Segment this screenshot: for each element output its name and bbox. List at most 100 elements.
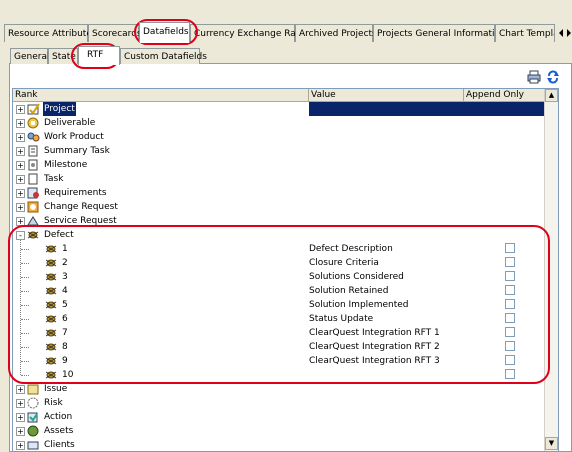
value-cell[interactable]: Status Update	[309, 312, 373, 326]
print-icon[interactable]	[526, 70, 542, 84]
defect-icon	[45, 259, 57, 267]
table-row[interactable]: + Clients	[13, 438, 545, 451]
tab-custom-datafields[interactable]: Custom Datafields	[120, 48, 207, 64]
tab-datafields[interactable]: Datafields	[139, 22, 190, 43]
expand-icon[interactable]: +	[16, 413, 25, 422]
tab-scroll-arrows[interactable]	[558, 26, 572, 40]
table-row[interactable]: 10	[13, 368, 545, 382]
rank-label: Summary Task	[44, 146, 110, 156]
issue-icon	[27, 384, 39, 395]
rank-label: 4	[62, 286, 68, 296]
tab-label: Currency Exchange Rates	[194, 29, 310, 39]
value-cell[interactable]: ClearQuest Integration RFT 1	[309, 326, 440, 340]
expand-icon[interactable]: +	[16, 161, 25, 170]
tab-label: General	[14, 52, 50, 62]
expand-icon[interactable]: +	[16, 119, 25, 128]
rank-label: Milestone	[44, 160, 88, 170]
table-row[interactable]: + Deliverable	[13, 116, 545, 130]
scroll-down-button[interactable]: ▼	[545, 437, 558, 450]
table-row[interactable]: 3 Solutions Considered	[13, 270, 545, 284]
table-row[interactable]: + Action	[13, 410, 545, 424]
append-only-checkbox[interactable]	[505, 243, 515, 253]
table-row[interactable]: + Work Product	[13, 130, 545, 144]
tree-connector	[21, 333, 29, 334]
refresh-icon[interactable]	[546, 70, 560, 84]
append-only-checkbox[interactable]	[505, 271, 515, 281]
table-row[interactable]: - Defect	[13, 228, 545, 242]
tree-guide-line	[20, 240, 21, 375]
append-only-checkbox[interactable]	[505, 285, 515, 295]
column-header-value[interactable]: Value	[309, 89, 464, 102]
expand-icon[interactable]: +	[16, 147, 25, 156]
tab-currency-exchange-rates[interactable]: Currency Exchange Rates	[190, 24, 310, 42]
rank-label: 2	[62, 258, 68, 268]
expand-icon[interactable]: +	[16, 189, 25, 198]
column-header-append-only[interactable]: Append Only	[464, 89, 546, 102]
tab-archived-projects[interactable]: Archived Projects	[295, 24, 377, 42]
value-cell[interactable]: Solution Retained	[309, 284, 388, 298]
table-row[interactable]: 5 Solution Implemented	[13, 298, 545, 312]
summary-task-icon	[28, 145, 38, 157]
scroll-up-button[interactable]: ▲	[545, 89, 558, 102]
table-row[interactable]: 6 Status Update	[13, 312, 545, 326]
table-row[interactable]: + Summary Task	[13, 144, 545, 158]
value-cell[interactable]: Defect Description	[309, 242, 393, 256]
expand-icon[interactable]: +	[16, 427, 25, 436]
expand-icon[interactable]: +	[16, 399, 25, 408]
tab-label: State	[52, 52, 76, 62]
table-row[interactable]: 7 ClearQuest Integration RFT 1	[13, 326, 545, 340]
table-row[interactable]: + Task	[13, 172, 545, 186]
rank-label: Deliverable	[44, 118, 96, 128]
table-row[interactable]: 1 Defect Description	[13, 242, 545, 256]
value-cell[interactable]: ClearQuest Integration RFT 2	[309, 340, 440, 354]
value-cell[interactable]: Solutions Considered	[309, 270, 404, 284]
expand-icon[interactable]: +	[16, 217, 25, 226]
value-cell[interactable]: ClearQuest Integration RFT 3	[309, 354, 440, 368]
tab-label: RTF	[87, 50, 104, 60]
append-only-checkbox[interactable]	[505, 313, 515, 323]
expand-icon[interactable]: +	[16, 441, 25, 450]
table-row[interactable]: 9 ClearQuest Integration RFT 3	[13, 354, 545, 368]
tree-connector	[21, 361, 29, 362]
table-row[interactable]: + Service Request	[13, 214, 545, 228]
vertical-scrollbar[interactable]: ▲ ▼	[544, 89, 558, 451]
value-cell[interactable]: Solution Implemented	[309, 298, 408, 312]
table-row[interactable]: + Requirements	[13, 186, 545, 200]
table-row[interactable]: + Milestone	[13, 158, 545, 172]
column-header-rank[interactable]: Rank	[13, 89, 309, 102]
append-only-checkbox[interactable]	[505, 341, 515, 351]
table-row[interactable]: + Issue	[13, 382, 545, 396]
table-row[interactable]: + Change Request	[13, 200, 545, 214]
collapse-icon[interactable]: -	[16, 231, 25, 240]
tab-general[interactable]: General	[10, 48, 50, 64]
expand-icon[interactable]: +	[16, 203, 25, 212]
table-row[interactable]: 2 Closure Criteria	[13, 256, 545, 270]
tab-scorecards[interactable]: Scorecards	[88, 24, 142, 42]
table-row[interactable]: + Risk	[13, 396, 545, 410]
tab-projects-general-information[interactable]: Projects General Information	[373, 24, 506, 42]
value-cell[interactable]: Closure Criteria	[309, 256, 379, 270]
tab-state[interactable]: State	[48, 48, 78, 64]
rank-label: 3	[62, 272, 68, 282]
rank-label: Change Request	[44, 202, 118, 212]
table-row[interactable]: 8 ClearQuest Integration RFT 2	[13, 340, 545, 354]
append-only-checkbox[interactable]	[505, 257, 515, 267]
expand-icon[interactable]: +	[16, 133, 25, 142]
rank-label: Action	[44, 412, 73, 422]
tab-resource-attributes[interactable]: Resource Attributes	[4, 24, 97, 42]
expand-icon[interactable]: +	[16, 105, 25, 114]
tab-chart-templates[interactable]: Chart Templat	[495, 24, 555, 42]
table-row[interactable]: + Assets	[13, 424, 545, 438]
tree-connector	[21, 291, 29, 292]
table-row[interactable]: + Project	[13, 102, 546, 116]
tab-scroll-icon	[559, 29, 571, 37]
append-only-checkbox[interactable]	[505, 355, 515, 365]
expand-icon[interactable]: +	[16, 385, 25, 394]
tab-rtf[interactable]: RTF	[78, 46, 120, 65]
table-row[interactable]: 4 Solution Retained	[13, 284, 545, 298]
append-only-checkbox[interactable]	[505, 299, 515, 309]
append-only-checkbox[interactable]	[505, 327, 515, 337]
defect-icon	[45, 357, 57, 365]
expand-icon[interactable]: +	[16, 175, 25, 184]
append-only-checkbox[interactable]	[505, 369, 515, 379]
